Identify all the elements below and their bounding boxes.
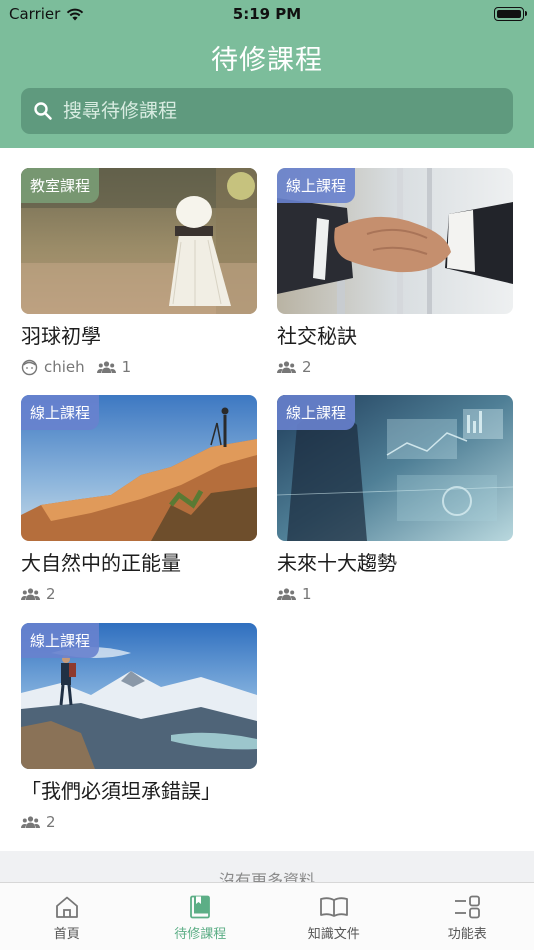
tab-menu-label: 功能表 [447,927,487,942]
course-meta: 1 [277,585,513,603]
instructor-name: chieh [44,358,85,376]
course-title: 社交秘訣 [277,324,357,348]
course-card[interactable]: 線上課程 大自然中的正能量 2 [21,395,257,603]
menu-grid-icon [455,895,481,919]
search-bar[interactable] [21,88,513,134]
course-type-badge: 教室課程 [21,168,100,203]
search-input[interactable] [63,100,483,122]
no-more-data-label: 沒有更多資料 [0,851,534,883]
group-icon [21,816,40,828]
bottom-tab-bar: 首頁 待修課程 知識文件 功能表 [0,882,534,950]
course-members: 1 [277,585,312,603]
status-bar: Carrier 5:19 PM [0,0,534,28]
course-type-badge: 線上課程 [277,395,356,430]
course-members: 2 [21,813,56,831]
page-title: 待修課程 [211,45,323,76]
group-icon [277,361,296,373]
tab-home[interactable]: 首頁 [0,883,134,950]
home-icon [55,896,78,918]
course-thumbnail: 教室課程 [21,168,257,314]
member-count: 2 [46,813,56,831]
course-grid: 教室課程 羽球初學 chieh 1 線上課程 社交秘訣 2 線上課程 大自然中的… [0,148,534,851]
course-title: 羽球初學 [21,324,101,348]
tab-home-label: 首頁 [53,927,80,942]
member-count: 2 [46,585,56,603]
course-title: 未來十大趨勢 [277,551,397,575]
course-title: 「我們必須坦承錯誤」 [21,779,221,803]
teacher-face-icon [21,359,38,375]
tab-knowledge-label: 知識文件 [307,927,360,942]
course-thumbnail: 線上課程 [277,395,513,541]
group-icon [277,588,296,600]
course-thumbnail: 線上課程 [277,168,513,314]
member-count: 2 [302,358,312,376]
course-type-badge: 線上課程 [277,168,356,203]
header-bar: Carrier 5:19 PM 待修課程 [0,0,534,148]
group-icon [96,361,116,373]
member-count: 1 [121,358,132,376]
course-type-badge: 線上課程 [21,395,100,430]
course-type-badge: 線上課程 [21,623,100,658]
tab-knowledge[interactable]: 知識文件 [267,883,401,950]
course-members: 2 [277,358,312,376]
course-members: 2 [21,585,56,603]
course-instructor: chieh [21,358,85,376]
course-meta: 2 [21,585,257,603]
course-thumbnail: 線上課程 [21,395,257,541]
search-icon [34,102,52,120]
group-icon [21,588,40,600]
course-meta: 2 [21,813,257,831]
member-count: 1 [302,585,312,603]
book-icon [190,895,211,919]
course-card[interactable]: 線上課程 「我們必須坦承錯誤」 2 [21,623,257,831]
status-time: 5:19 PM [232,5,302,23]
course-meta: 2 [277,358,513,376]
course-title: 大自然中的正能量 [21,551,181,575]
course-members: 1 [96,358,132,376]
course-card[interactable]: 線上課程 未來十大趨勢 1 [277,395,513,603]
course-card[interactable]: 教室課程 羽球初學 chieh 1 [21,168,257,376]
course-card[interactable]: 線上課程 社交秘訣 2 [277,168,513,376]
battery-icon [494,7,527,21]
tab-courses[interactable]: 待修課程 [134,883,268,950]
tab-courses-label: 待修課程 [174,927,227,942]
open-book-icon [319,897,348,917]
tab-menu[interactable]: 功能表 [401,883,534,950]
course-thumbnail: 線上課程 [21,623,257,769]
course-meta: chieh 1 [21,358,257,376]
